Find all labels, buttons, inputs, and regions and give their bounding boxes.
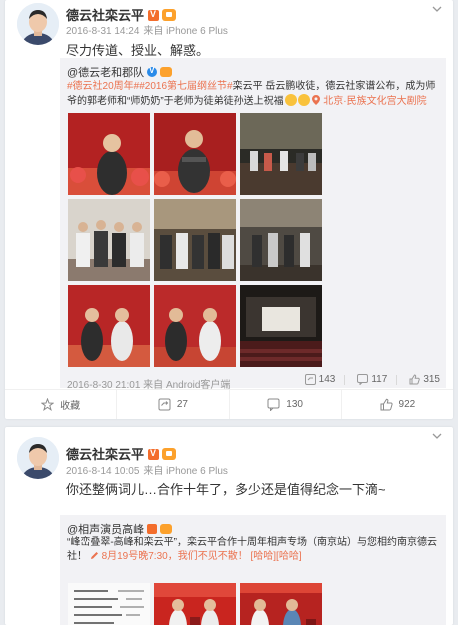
repost-comment[interactable]: 117 bbox=[357, 374, 398, 385]
comment-button[interactable]: 130 bbox=[230, 390, 342, 419]
photo-thumbnail[interactable] bbox=[154, 583, 236, 625]
repost-text: #德云社20周年##2016第七届纲丝节#栾云平 岳云鹏收徒，德云社家谱公布，成… bbox=[67, 80, 439, 109]
comment-count: 130 bbox=[286, 399, 303, 410]
calendar-link[interactable]: 8月19号晚7:30，我们不见不散！ bbox=[90, 551, 251, 562]
photo-thumbnail[interactable] bbox=[240, 583, 322, 625]
vip-badge-icon bbox=[160, 524, 173, 534]
repost-like[interactable]: 315 bbox=[409, 374, 440, 385]
verified-blue-icon bbox=[147, 66, 158, 77]
vip-badge-icon bbox=[160, 67, 173, 77]
pencil-icon bbox=[90, 552, 98, 559]
post-meta: 2016-8-31 14:24 来自 iPhone 6 Plus bbox=[66, 22, 228, 37]
author-name[interactable]: 德云社栾云平 bbox=[66, 444, 177, 463]
repost-comment-count: 117 bbox=[371, 374, 388, 385]
post-text: 尽力传道、授业、解惑。 bbox=[66, 43, 210, 58]
photo-thumbnail[interactable] bbox=[68, 583, 150, 625]
post-source: 来自 iPhone 6 Plus bbox=[143, 466, 228, 477]
author-name-text[interactable]: 德云社栾云平 bbox=[66, 8, 144, 23]
like-icon bbox=[380, 398, 393, 411]
photo-thumbnail[interactable] bbox=[68, 199, 150, 281]
verified-badge-icon bbox=[147, 524, 158, 534]
repost-like-count: 315 bbox=[423, 374, 440, 385]
hashtag-link[interactable]: #德云社20周年##2016第七届纲丝节# bbox=[67, 81, 233, 92]
event-date-text[interactable]: 8月19号晚7:30，我们不见不散！ bbox=[102, 551, 248, 562]
emoji-icon bbox=[284, 94, 297, 106]
comment-icon bbox=[357, 374, 369, 385]
repost-forward-count: 143 bbox=[318, 374, 336, 385]
forward-icon bbox=[304, 374, 316, 385]
feed-card: 德云社栾云平 2016-8-31 14:24 来自 iPhone 6 Plus 尽… bbox=[5, 0, 453, 419]
favorite-button[interactable]: 收藏 bbox=[5, 390, 118, 419]
post-meta: 2016-8-14 10:05 来自 iPhone 6 Plus bbox=[66, 462, 228, 477]
repost-author[interactable]: @德云老和郡队 bbox=[67, 64, 173, 80]
chevron-down-icon[interactable] bbox=[431, 3, 443, 15]
repost-text: “峰峦叠翠-高峰和栾云平”，栾云平合作十周年相声专场（南京站）与您相约南京德云社… bbox=[67, 536, 439, 564]
author-name-text[interactable]: 德云社栾云平 bbox=[66, 447, 144, 462]
like-button[interactable]: 922 bbox=[342, 390, 453, 419]
photo-thumbnail[interactable] bbox=[68, 285, 150, 367]
vip-badge-icon bbox=[162, 9, 177, 21]
repost-box: @相声演员高峰 “峰峦叠翠-高峰和栾云平”，栾云平合作十周年相声专场（南京站）与… bbox=[60, 515, 446, 625]
post-text: 你还整俩词儿…合作十年了，多少还是值得纪念一下滴~ bbox=[66, 482, 386, 497]
chevron-down-icon[interactable] bbox=[431, 430, 443, 442]
emoji-icon bbox=[297, 94, 310, 106]
feed-card: 德云社栾云平 2016-8-14 10:05 来自 iPhone 6 Plus 你… bbox=[5, 427, 453, 625]
post-timestamp[interactable]: 2016-8-14 10:05 bbox=[66, 466, 139, 477]
avatar[interactable] bbox=[17, 3, 59, 45]
repost-author[interactable]: @相声演员高峰 bbox=[67, 521, 173, 537]
post-timestamp[interactable]: 2016-8-31 14:24 bbox=[66, 26, 139, 37]
repost-box: @德云老和郡队 #德云社20周年##2016第七届纲丝节#栾云平 岳云鹏收徒，德… bbox=[60, 58, 446, 391]
location-text[interactable]: 北京·民族文化宫大剧院 bbox=[323, 96, 426, 107]
vip-badge-icon bbox=[162, 448, 177, 460]
avatar[interactable] bbox=[17, 437, 59, 479]
emoji-text: [哈哈][哈哈] bbox=[250, 551, 302, 562]
comment-icon bbox=[267, 398, 280, 411]
like-icon bbox=[409, 374, 421, 385]
repost-author-name[interactable]: @德云老和郡队 bbox=[67, 67, 144, 79]
star-icon bbox=[41, 398, 55, 411]
photo-thumbnail[interactable] bbox=[154, 113, 236, 195]
action-bar: 收藏 27 130 922 bbox=[5, 389, 453, 419]
post-source: 来自 iPhone 6 Plus bbox=[143, 26, 228, 37]
photo-thumbnail[interactable] bbox=[240, 113, 322, 195]
forward-icon bbox=[158, 398, 171, 411]
forward-button[interactable]: 27 bbox=[117, 390, 230, 419]
photo-thumbnail[interactable] bbox=[68, 113, 150, 195]
verified-badge-icon bbox=[148, 448, 160, 460]
location-pin-icon bbox=[312, 95, 321, 105]
repost-stats: 143 117 315 bbox=[304, 374, 440, 385]
forward-count: 27 bbox=[176, 399, 188, 410]
verified-badge-icon bbox=[148, 9, 160, 21]
photo-thumbnail[interactable] bbox=[240, 199, 322, 281]
photo-thumbnail[interactable] bbox=[240, 285, 322, 367]
photo-thumbnail[interactable] bbox=[154, 285, 236, 367]
location-link[interactable]: 北京·民族文化宫大剧院 bbox=[312, 95, 427, 107]
repost-forward[interactable]: 143 bbox=[304, 374, 346, 385]
photo-thumbnail[interactable] bbox=[154, 199, 236, 281]
favorite-label: 收藏 bbox=[60, 401, 81, 412]
like-count: 922 bbox=[398, 399, 416, 410]
repost-author-name[interactable]: @相声演员高峰 bbox=[67, 524, 144, 536]
